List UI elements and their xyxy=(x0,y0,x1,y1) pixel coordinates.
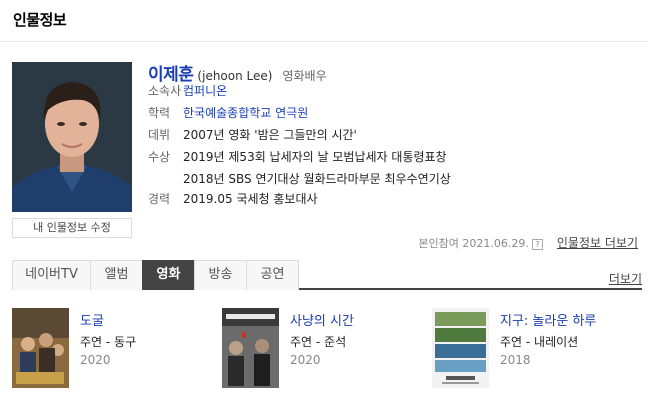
movie-title[interactable]: 지구: 놀라운 하루 xyxy=(500,310,596,329)
info-label: 데뷔 xyxy=(148,128,171,142)
section-header: 인물정보 xyxy=(0,0,648,42)
movie-year: 2018 xyxy=(500,353,531,367)
person-role: 영화배우 xyxy=(282,69,327,83)
movie-role: 주연 - 준석 xyxy=(290,335,347,349)
movie-year: 2020 xyxy=(80,353,111,367)
debut-value: 2007년 영화 '밤은 그들만의 시간' xyxy=(183,128,357,142)
info-awards: 수상 2019년 제53회 납세자의 날 모범납세자 대통령표창 xyxy=(148,146,447,168)
movie-poster[interactable] xyxy=(12,308,69,388)
help-icon[interactable]: ? xyxy=(531,238,543,250)
info-debut: 데뷔 2007년 영화 '밤은 그들만의 시간' xyxy=(148,124,357,146)
meta-line: 본인참여 2021.06.29.? 인물정보 더보기 xyxy=(418,234,638,251)
movie-title[interactable]: 사냥의 시간 xyxy=(290,310,354,329)
movie-title[interactable]: 도굴 xyxy=(80,310,104,329)
participation-date: 본인참여 2021.06.29. xyxy=(418,237,529,250)
info-agency: 소속사 컴퍼니온 xyxy=(148,80,227,102)
tab-bar: 네이버TV 앨범 영화 방송 공연 더보기 xyxy=(12,260,642,290)
tab-performance[interactable]: 공연 xyxy=(246,260,299,290)
movie-poster[interactable] xyxy=(432,308,489,388)
info-education: 학력 한국예술종합학교 연극원 xyxy=(148,102,308,124)
tab-navertv[interactable]: 네이버TV xyxy=(12,260,91,290)
movie-poster[interactable] xyxy=(222,308,279,388)
section-title: 인물정보 xyxy=(13,11,67,29)
tab-movie[interactable]: 영화 xyxy=(142,260,195,290)
movie-year: 2020 xyxy=(290,353,321,367)
career-value: 2019.05 국세청 홍보대사 xyxy=(183,192,318,206)
agency-link[interactable]: 컴퍼니온 xyxy=(183,84,227,98)
info-label: 소속사 xyxy=(148,84,182,98)
award-value: 2019년 제53회 납세자의 날 모범납세자 대통령표창 xyxy=(183,150,447,164)
tab-broadcast[interactable]: 방송 xyxy=(194,260,247,290)
education-link[interactable]: 한국예술종합학교 연극원 xyxy=(183,106,308,120)
profile-more-link[interactable]: 인물정보 더보기 xyxy=(557,236,638,250)
award-value: 2018년 SBS 연기대상 월화드라마부문 최우수연기상 xyxy=(183,172,451,186)
tab-album[interactable]: 앨범 xyxy=(90,260,143,290)
info-label: 학력 xyxy=(148,106,171,120)
info-career: 경력 2019.05 국세청 홍보대사 xyxy=(148,188,318,210)
info-label: 경력 xyxy=(148,192,171,206)
info-label: 수상 xyxy=(148,150,171,164)
movie-role: 주연 - 내레이션 xyxy=(500,335,579,349)
tab-more-link[interactable]: 더보기 xyxy=(609,270,642,287)
edit-profile-button[interactable]: 내 인물정보 수정 xyxy=(12,218,132,238)
profile-photo[interactable] xyxy=(12,62,132,212)
movie-role: 주연 - 동구 xyxy=(80,335,137,349)
